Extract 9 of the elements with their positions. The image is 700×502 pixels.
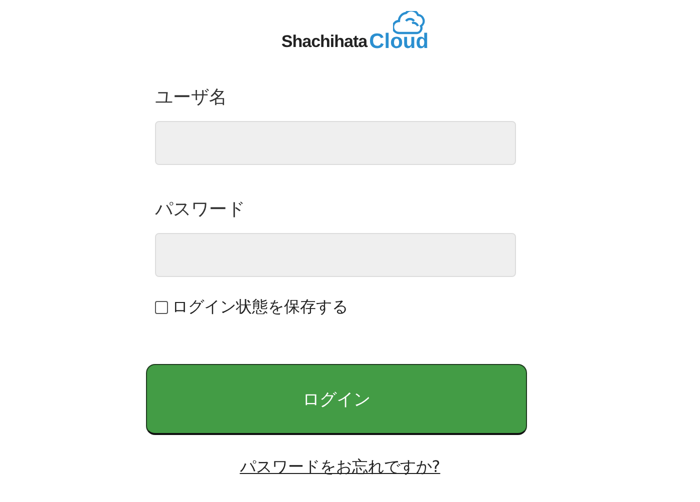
product-name: Cloud bbox=[369, 31, 429, 52]
field-label: パスワード bbox=[155, 198, 246, 221]
checkbox-label: ログイン状態を保存する bbox=[172, 297, 348, 318]
checkbox[interactable] bbox=[155, 301, 168, 314]
brand-name: Shachihata bbox=[281, 33, 368, 50]
input-field[interactable] bbox=[155, 233, 516, 277]
field-label: ユーザ名 bbox=[155, 86, 228, 109]
input-field[interactable] bbox=[155, 121, 516, 165]
forgot-password-link[interactable]: パスワードをお忘れですか? bbox=[240, 457, 440, 478]
